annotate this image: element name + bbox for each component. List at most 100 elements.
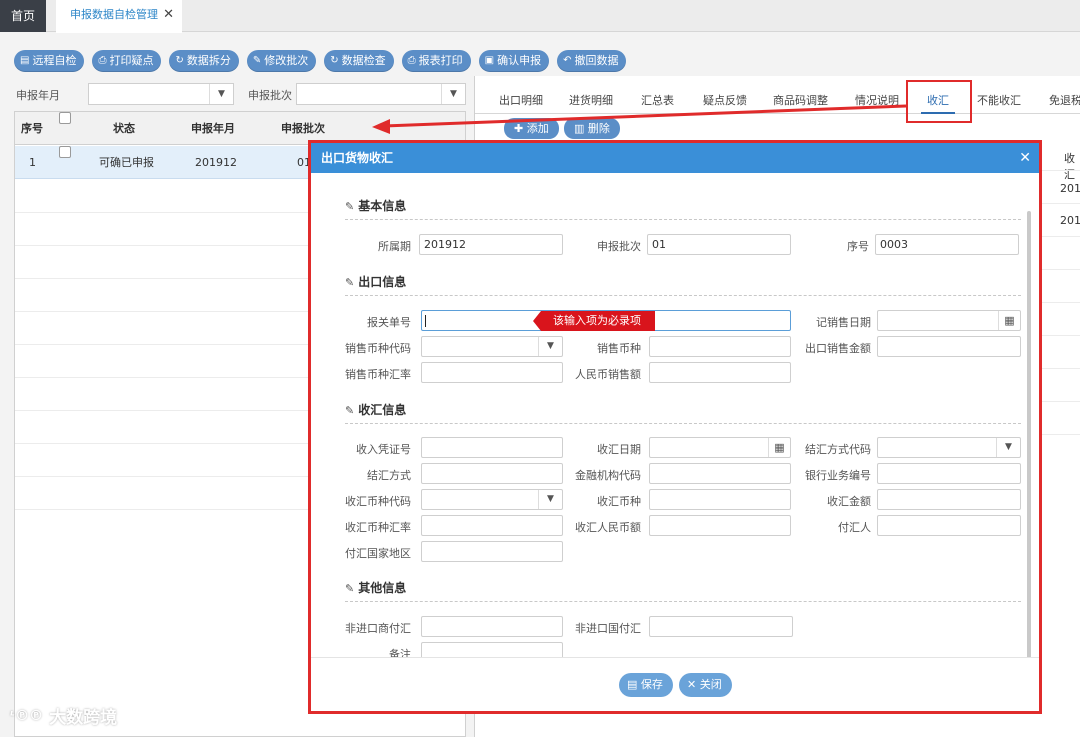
save-button[interactable]: ▤ 保存 xyxy=(619,673,673,697)
payer-field[interactable] xyxy=(877,515,1021,536)
section-export-info: ✎ 出口信息 xyxy=(345,273,1021,296)
section-title: 收汇信息 xyxy=(358,403,407,417)
top-tab-bar: 首页 申报数据自检管理 ✕ xyxy=(0,0,1080,33)
toolbar-button-0[interactable]: ▤ 远程自检 xyxy=(14,50,85,72)
chevron-down-icon[interactable]: ▼ xyxy=(996,438,1020,457)
chevron-down-icon[interactable]: ▼ xyxy=(441,84,465,104)
filter-row: 申报年月 ▼ 申报批次 ▼ xyxy=(16,83,466,105)
plus-icon: ✚ xyxy=(514,122,527,135)
section-title: 基本信息 xyxy=(358,199,407,213)
calendar-icon[interactable]: ▦ xyxy=(998,311,1020,330)
tab-summary[interactable]: 汇总表 xyxy=(641,76,674,114)
settle-label: 结汇方式 xyxy=(367,469,411,482)
remark-field[interactable] xyxy=(421,642,563,657)
rmb-sales-field[interactable] xyxy=(649,362,791,383)
payer-country-field[interactable] xyxy=(421,541,563,562)
watermark: ᶫ℗℗ 大数跨境 xyxy=(10,703,117,729)
edit-icon: ✎ xyxy=(252,55,262,66)
tab-home[interactable]: 首页 xyxy=(0,0,46,32)
export-amount-label: 出口销售金额 xyxy=(805,342,871,355)
tab-purchase-detail[interactable]: 进货明细 xyxy=(569,76,613,114)
tab-doubt-feedback[interactable]: 疑点反馈 xyxy=(703,76,747,114)
scrollbar[interactable] xyxy=(1027,211,1031,657)
sale-date-label: 记销售日期 xyxy=(816,316,871,329)
add-button[interactable]: ✚ 添加 xyxy=(504,118,559,139)
close-icon[interactable]: ✕ xyxy=(1019,143,1031,173)
batch-label: 申报批次 xyxy=(597,240,641,253)
print-icon: ⎙ xyxy=(407,55,416,66)
tab-no-receipt[interactable]: 不能收汇 xyxy=(977,76,1021,114)
receipt-rmb-label: 收汇人民币额 xyxy=(575,521,641,534)
dialog-footer: ▤ 保存 ✕ 关闭 xyxy=(311,657,1039,711)
settle-code-select[interactable]: ▼ xyxy=(877,437,1021,458)
toolbar-button-2[interactable]: ↻ 数据拆分 xyxy=(169,50,239,72)
undo-icon: ↶ xyxy=(563,55,572,66)
toolbar-button-3[interactable]: ✎ 修改批次 xyxy=(246,50,317,72)
delete-button[interactable]: ▥ 删除 xyxy=(564,118,620,139)
receipt-date-field[interactable]: ▦ xyxy=(649,437,791,458)
tab-commodity-code[interactable]: 商品码调整 xyxy=(773,76,828,114)
receipt-tab-highlight xyxy=(906,80,972,123)
tab-declaration-self-check[interactable]: 申报数据自检管理 ✕ xyxy=(56,0,182,33)
toolbar-button-label: 数据拆分 xyxy=(186,54,231,67)
toolbar-button-label: 打印疑点 xyxy=(109,54,154,67)
add-label: 添加 xyxy=(526,122,549,135)
bank-code-field[interactable] xyxy=(649,463,791,484)
row-checkbox[interactable] xyxy=(59,146,71,158)
tab-explanation[interactable]: 情况说明 xyxy=(855,76,899,114)
dialog-body: ✎ 基本信息 所属期 201912 申报批次 01 序号 0003 ✎ 出口信息 报… xyxy=(311,173,1039,657)
close-icon: ✕ xyxy=(687,678,700,691)
batch-label: 申报批次 xyxy=(248,89,292,102)
remark-label: 备注 xyxy=(389,648,411,657)
exchange-rate-label: 销售币种汇率 xyxy=(345,368,411,381)
year-month-select[interactable]: ▼ xyxy=(88,83,234,105)
dialog-title: 出口货物收汇 xyxy=(321,151,394,165)
customs-no-label: 报关单号 xyxy=(367,316,411,329)
receipt-value: 201 xyxy=(1060,214,1080,227)
select-all-checkbox[interactable] xyxy=(59,112,71,124)
toolbar-button-4[interactable]: ↻ 数据检查 xyxy=(324,50,394,72)
bank-code-label: 金融机构代码 xyxy=(575,469,641,482)
close-label: 关闭 xyxy=(699,678,722,691)
edit-icon: ✎ xyxy=(345,276,355,289)
chevron-down-icon[interactable]: ▼ xyxy=(209,84,233,104)
batch-select[interactable]: ▼ xyxy=(296,83,466,105)
sale-date-field[interactable]: ▦ xyxy=(877,310,1021,331)
toolbar-button-label: 确认申报 xyxy=(497,54,542,67)
edit-icon: ✎ xyxy=(345,582,355,595)
non-country-field[interactable] xyxy=(649,616,793,637)
toolbar-button-label: 撤回数据 xyxy=(574,54,619,67)
toolbar-button-6[interactable]: ▣ 确认申报 xyxy=(478,50,550,72)
server-icon: ▤ xyxy=(20,55,30,66)
toolbar-button-5[interactable]: ⎙ 报表打印 xyxy=(401,50,471,72)
seq-field[interactable]: 0003 xyxy=(875,234,1019,255)
refresh-icon: ↻ xyxy=(175,55,184,66)
toolbar-button-7[interactable]: ↶ 撤回数据 xyxy=(557,50,627,72)
currency-label: 销售币种 xyxy=(597,342,641,355)
receipt-date-label: 收汇日期 xyxy=(597,443,641,456)
receipt-rate-label: 收汇币种汇率 xyxy=(345,521,411,534)
tab-tax-exempt[interactable]: 免退税 xyxy=(1049,76,1080,114)
section-title: 出口信息 xyxy=(358,275,407,289)
brand-logo-icon: ᶫ℗℗ xyxy=(10,707,44,724)
section-title: 其他信息 xyxy=(358,581,407,595)
close-button[interactable]: ✕ 关闭 xyxy=(679,673,732,697)
bank-ref-field[interactable] xyxy=(877,463,1021,484)
receipt-value: 201 xyxy=(1060,182,1080,195)
toolbar-button-1[interactable]: ⎙ 打印疑点 xyxy=(92,50,162,72)
receipt-rmb-field[interactable] xyxy=(649,515,791,536)
tab-export-detail[interactable]: 出口明细 xyxy=(499,76,543,114)
receipt-amount-field[interactable] xyxy=(877,489,1021,510)
close-tab-icon[interactable]: ✕ xyxy=(163,0,174,30)
col-status: 状态 xyxy=(113,122,135,135)
refresh-icon: ↻ xyxy=(330,55,339,66)
receipt-currency-field[interactable] xyxy=(649,489,791,510)
dialog-header: 出口货物收汇 ✕ xyxy=(311,143,1039,173)
save-label: 保存 xyxy=(640,678,663,691)
receipt-dialog: 出口货物收汇 ✕ ✎ 基本信息 所属期 201912 申报批次 01 序号 000… xyxy=(308,140,1042,714)
section-receipt-info: ✎ 收汇信息 xyxy=(345,401,1021,424)
toolbar-button-label: 报表打印 xyxy=(418,54,463,67)
delete-label: 删除 xyxy=(587,122,610,135)
export-amount-field[interactable] xyxy=(877,336,1021,357)
currency-field[interactable] xyxy=(649,336,791,357)
